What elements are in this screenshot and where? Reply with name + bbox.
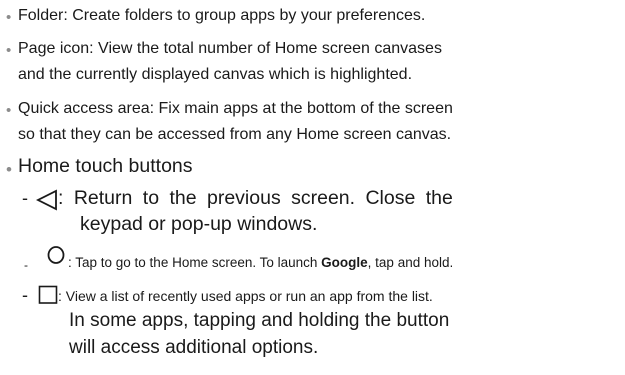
page-icon-description-line2: and the currently displayed canvas which…	[18, 66, 413, 83]
back-triangle-icon	[35, 189, 58, 216]
quick-access-description-line2: so that they can be accessed from any Ho…	[18, 126, 452, 143]
list-dash: -	[24, 258, 28, 272]
recent-apps-square-icon	[38, 285, 58, 310]
home-touch-buttons-heading: Home touch buttons	[18, 155, 193, 177]
bullet-dot: •	[6, 42, 12, 59]
folder-description: Folder: Create folders to group apps by …	[18, 7, 426, 24]
back-button-description-line2: keypad or pop-up windows.	[80, 213, 318, 235]
list-dash: -	[22, 285, 28, 305]
quick-access-description-line1: Quick access area: Fix main apps at the …	[18, 100, 453, 117]
google-app-name: Google	[321, 255, 368, 270]
back-button-description-line1: : Return to the previous screen. Close t…	[58, 187, 453, 209]
bullet-dot: •	[6, 102, 12, 119]
recent-button-description-line1: : View a list of recently used apps or r…	[58, 288, 433, 304]
recent-button-description-line3: will access additional options.	[69, 337, 319, 358]
bullet-dot: •	[6, 9, 12, 26]
recent-button-description-line2: In some apps, tapping and holding the bu…	[69, 310, 450, 331]
bullet-dot: •	[6, 160, 12, 179]
manual-page: • Folder: Create folders to group apps b…	[0, 0, 625, 375]
home-circle-icon	[46, 245, 66, 270]
home-button-description: : Tap to go to the Home screen. To launc…	[68, 255, 454, 270]
list-dash: -	[22, 188, 28, 208]
page-icon-description-line1: Page icon: View the total number of Home…	[18, 40, 442, 57]
